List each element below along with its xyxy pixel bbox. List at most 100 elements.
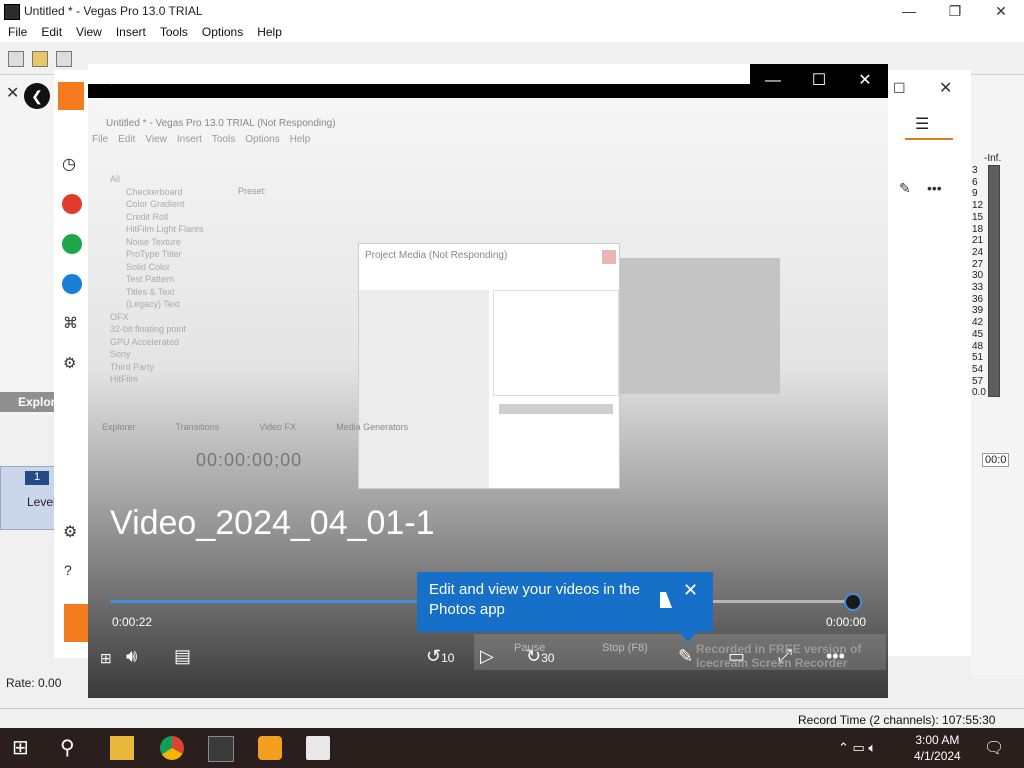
open-folder-icon[interactable] <box>32 51 48 67</box>
feedback-icon[interactable]: ? <box>64 562 72 578</box>
track-header[interactable]: 1 Level <box>0 466 58 530</box>
record-time: Record Time (2 channels): 107:55:30 <box>798 713 996 727</box>
track-level-label: Level <box>27 495 56 509</box>
close-panel-icon[interactable]: ✕ <box>6 83 19 103</box>
vegas-close-button[interactable]: ✕ <box>978 0 1024 22</box>
photos-close-button[interactable]: ✕ <box>939 78 952 98</box>
timeline-time: 00:0 <box>982 453 1010 467</box>
current-time: 0:00:22 <box>112 615 153 629</box>
photos-tab-indicator <box>905 138 953 140</box>
player-titlebar: ← — ☐ ✕ <box>88 64 888 98</box>
photos-maximize-button[interactable]: ☐ <box>893 80 906 97</box>
meter-scale-label: 57 <box>972 375 984 387</box>
vegas-menubar: File Edit View Insert Tools Options Help <box>0 22 1024 42</box>
save-icon[interactable] <box>56 51 72 67</box>
windows-start-icon-ghost: ⊞ <box>100 650 112 666</box>
icecream-recorder-icon[interactable] <box>258 736 282 760</box>
track-number: 1 <box>25 471 49 485</box>
meter-scale-label: 6 <box>972 176 978 188</box>
menu-file[interactable]: File <box>8 25 27 39</box>
inner-tree-item: GPU Accelerated <box>110 336 180 347</box>
inner-tree-item: (Legacy) Text <box>126 299 180 309</box>
new-file-icon[interactable] <box>8 51 24 67</box>
inner-tree-item: HitFilm <box>110 374 138 384</box>
performance-icon[interactable]: ⚙ <box>63 354 76 372</box>
clock-icon[interactable]: ◷ <box>62 154 76 174</box>
meter-scale-label: 48 <box>972 340 984 352</box>
tooltip-close-icon[interactable]: ✕ <box>683 580 698 601</box>
meter-scale-label: 18 <box>972 223 984 235</box>
search-icon[interactable]: ⚲ <box>60 736 84 760</box>
player-minimize-button[interactable]: — <box>750 70 796 92</box>
inner-dialog-close <box>602 250 616 264</box>
photos-window: ☐ ✕ ☰ ✎ ••• <box>880 70 971 656</box>
list-icon[interactable]: ☰ <box>915 114 929 134</box>
seek-bar-fill <box>110 600 422 603</box>
player-close-button[interactable]: ✕ <box>842 70 888 92</box>
inner-tree-item: Checkerboard <box>126 186 183 197</box>
meter-scale-label: 9 <box>972 188 978 200</box>
edit-pencil-icon[interactable]: ✎ <box>899 180 911 197</box>
meter-scale-label: 51 <box>972 352 984 364</box>
tooltip-text: Edit and view your videos in the Photos … <box>429 581 640 618</box>
inner-tree-item: HitFilm Light Flares <box>126 224 204 234</box>
meter-scale-label: 42 <box>972 317 984 329</box>
meter-scale-label: 0.0 <box>972 387 986 399</box>
meter-scale-label: 3 <box>972 165 978 176</box>
controller-icon[interactable]: ⌘ <box>63 314 78 332</box>
vegas-minimize-button[interactable]: — <box>886 0 932 22</box>
notifications-icon[interactable]: 🗨︎ <box>984 738 1004 758</box>
start-icon[interactable]: ⊞ <box>12 736 36 760</box>
microphone-icon[interactable] <box>62 274 82 294</box>
meter-scale-label: 15 <box>972 211 984 223</box>
menu-insert[interactable]: Insert <box>116 25 146 39</box>
explorer-tab[interactable]: Explor <box>0 392 56 412</box>
vegas-app-icon <box>4 4 20 20</box>
meter-scale-label: 33 <box>972 282 984 293</box>
menu-edit[interactable]: Edit <box>41 25 62 39</box>
mouse-cursor <box>660 592 672 608</box>
vegas-maximize-button[interactable]: ❐ <box>932 0 978 22</box>
more-options-icon[interactable]: ••• <box>927 180 942 196</box>
settings-icon[interactable]: ⚙ <box>63 522 77 542</box>
system-tray[interactable]: ⌃ ▭ 🔈︎ <box>838 740 876 756</box>
skip-back-icon[interactable]: ↺10 <box>426 646 454 667</box>
vegas-titlebar: Untitled * - Vegas Pro 13.0 TRIAL — ❐ ✕ <box>0 0 1024 22</box>
volume-icon[interactable]: 🔊︎ <box>126 646 137 667</box>
inner-tree-item: All <box>110 174 121 184</box>
file-explorer-icon[interactable] <box>110 736 134 760</box>
meter-scale-label: 12 <box>972 200 984 212</box>
captions-icon[interactable]: ▤ <box>174 646 191 667</box>
back-arrow-icon[interactable]: ❮ <box>24 83 50 109</box>
recorder-pause: Pause <box>514 642 546 654</box>
menu-help[interactable]: Help <box>257 25 282 39</box>
menu-tools[interactable]: Tools <box>160 25 188 39</box>
meter-scale-label: 45 <box>972 328 984 340</box>
inner-dialog-progress <box>499 404 613 414</box>
inner-preset-label: Preset: <box>238 186 267 196</box>
taskbar-clock[interactable]: 3:00 AM 4/1/2024 <box>914 732 961 764</box>
gamebar-app-icon[interactable] <box>58 82 84 110</box>
player-maximize-button[interactable]: ☐ <box>796 70 842 92</box>
vegas-explorer-panel: ✕ ❮ <box>0 75 57 415</box>
seek-handle[interactable] <box>844 593 862 611</box>
meter-scale-label: 30 <box>972 270 984 282</box>
menu-view[interactable]: View <box>76 25 102 39</box>
video-editor-icon[interactable] <box>306 736 330 760</box>
meter-scale-label: 27 <box>972 258 984 270</box>
inner-tree-item: ProType Titler <box>126 249 182 259</box>
tooltip-tail <box>679 632 697 642</box>
chrome-icon[interactable] <box>160 736 184 760</box>
inner-tree-item: Credit Roll <box>126 211 169 222</box>
meter-scale-label: 24 <box>972 246 984 258</box>
back-icon[interactable]: ← <box>106 72 122 90</box>
menu-options[interactable]: Options <box>202 25 243 39</box>
record-icon[interactable] <box>62 194 82 214</box>
recorder-stop: Stop (F8) <box>602 642 648 654</box>
vegas-taskbar-icon[interactable] <box>208 736 234 762</box>
gamebar-widget-button[interactable] <box>64 604 90 642</box>
camera-icon[interactable] <box>62 234 82 254</box>
inner-tree-item: Solid Color <box>126 261 171 272</box>
video-title: Video_2024_04_01-1 <box>110 504 435 542</box>
end-time: 0:00:00 <box>826 615 867 629</box>
